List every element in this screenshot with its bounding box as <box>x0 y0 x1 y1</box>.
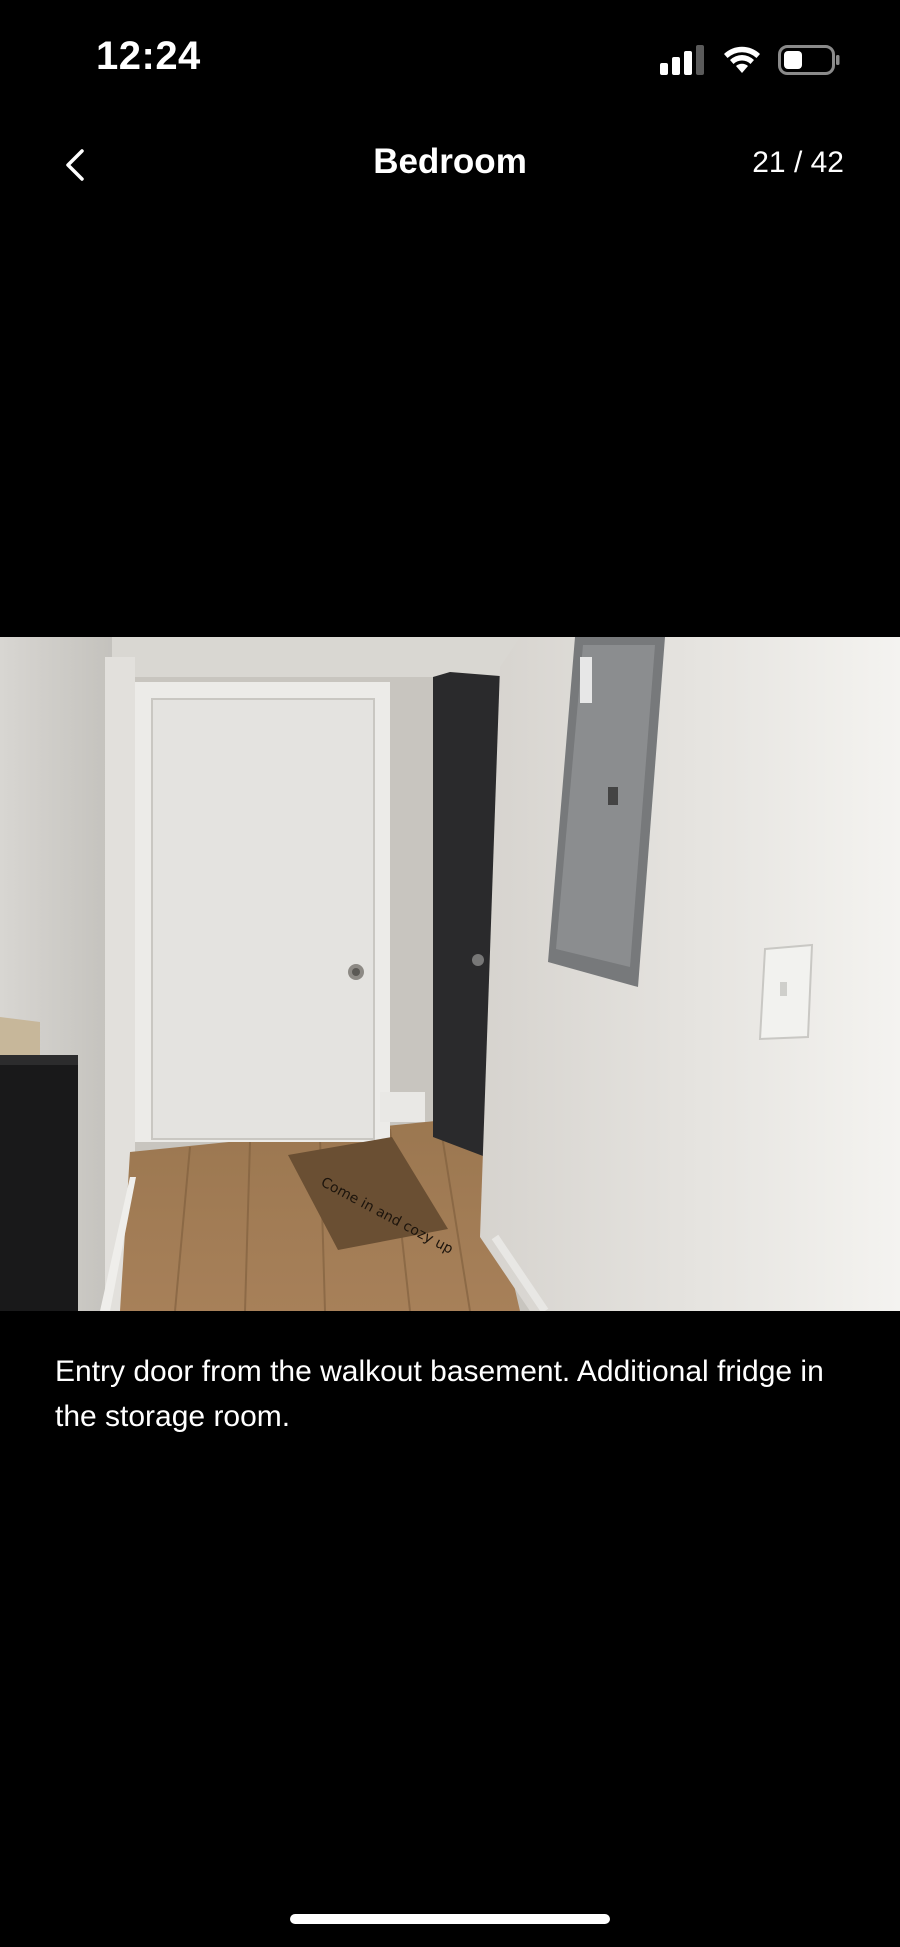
status-icons <box>660 42 840 78</box>
photo-illustration: Come in and cozy up <box>0 637 900 1311</box>
photo-counter: 21 / 42 <box>752 146 844 179</box>
battery-icon <box>778 45 840 75</box>
photo-caption: Entry door from the walkout basement. Ad… <box>55 1355 824 1433</box>
status-bar: 12:24 <box>0 0 900 120</box>
signal-icon <box>660 45 704 75</box>
header: Bedroom 21 / 42 <box>0 130 900 200</box>
status-time: 12:24 <box>96 34 201 78</box>
listing-photo[interactable]: Come in and cozy up <box>0 637 900 1311</box>
wifi-icon <box>724 46 760 73</box>
home-indicator[interactable] <box>290 1914 610 1924</box>
